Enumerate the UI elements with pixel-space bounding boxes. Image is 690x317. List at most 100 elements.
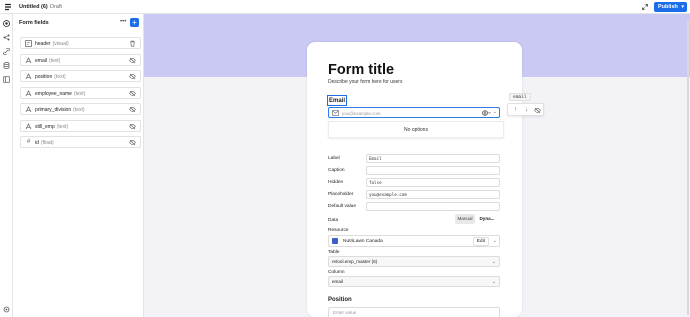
data-mode-dynamic[interactable]: Dyna... [477, 214, 497, 224]
table-select[interactable]: retool.emp_master (6) ⌄ [328, 256, 500, 267]
field-name: header [35, 41, 51, 47]
email-input[interactable]: you@example.com ⌄ [328, 107, 500, 118]
field-type: (float) [40, 140, 54, 146]
field-item-still-emp[interactable]: still_emp (text) [20, 120, 141, 132]
eye-off-icon[interactable] [129, 123, 136, 130]
field-type: (visual) [52, 41, 69, 47]
inspector-placeholder-input[interactable]: you@example.com [366, 190, 500, 199]
form-canvas: Form title Describe your form here for u… [144, 14, 690, 317]
position-input[interactable]: Enter value [328, 307, 500, 317]
app-logo-icon[interactable] [4, 3, 12, 11]
chevron-down-icon[interactable]: ⌄ [492, 257, 496, 267]
dropdown-empty-message: No options [328, 121, 504, 138]
column-select[interactable]: email ⌄ [328, 276, 500, 287]
field-item-primary-division[interactable]: primary_division (text) [20, 103, 141, 115]
chevron-down-icon[interactable]: ⌄ [492, 277, 496, 287]
dynamic-toggle-icon[interactable] [482, 110, 491, 116]
resource-edit-button[interactable]: Edit [472, 237, 489, 246]
inspector-caption-label: Caption [328, 168, 345, 173]
move-down-icon[interactable]: ↓ [523, 107, 530, 114]
more-options-icon[interactable]: ••• [120, 19, 126, 25]
inspector-default-input[interactable] [366, 202, 500, 211]
inspector-placeholder-label: Placeholder [328, 192, 354, 197]
inspector-column-label: Column [328, 270, 345, 275]
form-title[interactable]: Form title [328, 62, 394, 78]
add-field-button[interactable]: + [130, 18, 139, 27]
email-placeholder: you@example.com [342, 110, 381, 116]
canvas-scrollbar[interactable] [687, 20, 689, 315]
field-type: (text) [54, 74, 66, 80]
chevron-down-icon[interactable]: ⌄ [493, 238, 497, 244]
inspector-hidden-input[interactable]: false [366, 178, 500, 187]
column-value: email [332, 279, 343, 284]
chevron-down-icon[interactable]: ⌄ [493, 109, 497, 115]
inspector-default-label: Default value [328, 204, 356, 209]
inspector-resource-label: Resource [328, 228, 349, 233]
inspector-label-label: Label [328, 156, 340, 161]
expand-icon[interactable] [641, 3, 649, 11]
resource-icon [332, 238, 338, 244]
text-field-icon [25, 57, 32, 64]
field-item-header[interactable]: header (visual) [20, 37, 141, 49]
field-item-position[interactable]: position (text) [20, 70, 141, 82]
resource-name: NutriLawn Canada [343, 239, 383, 244]
field-toolbar: ↑ ↓ [507, 103, 544, 116]
text-field-icon [25, 90, 32, 97]
eye-off-icon[interactable] [129, 73, 136, 80]
eye-off-icon[interactable] [534, 107, 541, 114]
inspector-hidden-label: Hidden [328, 180, 344, 185]
inspector-data-label: Data [328, 218, 339, 223]
layout-icon[interactable] [3, 76, 10, 83]
form-card: Form title Describe your form here for u… [307, 42, 522, 317]
inspector-table-label: Table [328, 250, 340, 255]
field-name: email [35, 58, 47, 64]
inspector-label-input[interactable]: Email [366, 154, 500, 163]
field-item-id[interactable]: # id (float) [20, 136, 141, 148]
document-title[interactable]: Untitled (6) [19, 4, 48, 10]
mail-icon [332, 110, 339, 116]
move-up-icon[interactable]: ↑ [512, 107, 519, 114]
number-field-icon: # [26, 139, 31, 145]
text-field-icon [25, 123, 32, 130]
field-item-email[interactable]: email (text) [20, 54, 141, 66]
form-fields-panel: Form fields ••• + header (visual) email (t… [13, 14, 144, 317]
panel-title: Form fields [19, 20, 49, 26]
form-description[interactable]: Describe your form here for users [328, 79, 402, 85]
field-name: still_emp [35, 124, 55, 130]
left-rail [0, 14, 13, 317]
text-field-icon [25, 106, 32, 113]
inspector-caption-input[interactable] [366, 166, 500, 175]
document-status: Draft [50, 4, 62, 10]
position-field-label[interactable]: Position [328, 297, 352, 303]
field-name: id [35, 140, 39, 146]
publish-button[interactable]: Publish ▾ [654, 2, 687, 12]
database-icon[interactable] [3, 62, 10, 69]
field-type: (text) [56, 124, 69, 130]
email-field-label[interactable]: Email [327, 95, 348, 106]
share-icon[interactable] [3, 34, 10, 41]
link-icon[interactable] [3, 48, 10, 55]
form-icon[interactable] [3, 20, 10, 27]
publish-label: Publish [658, 4, 678, 10]
table-value: retool.emp_master (6) [332, 259, 378, 264]
settings-icon[interactable] [3, 306, 10, 313]
resource-select[interactable]: NutriLawn Canada Edit ⌄ [328, 235, 500, 247]
field-name: employee_name [35, 91, 72, 97]
top-bar: Untitled (6) Draft Publish ▾ [0, 0, 690, 14]
eye-off-icon[interactable] [129, 106, 136, 113]
field-item-employee-name[interactable]: employee_name (text) [20, 87, 141, 99]
data-mode-manual[interactable]: Manual [455, 214, 475, 224]
chevron-down-icon[interactable]: ▾ [681, 2, 684, 12]
eye-off-icon[interactable] [129, 90, 136, 97]
field-type: (text) [48, 58, 61, 64]
field-type: (text) [73, 91, 86, 97]
selected-field-tag: email [509, 93, 531, 101]
eye-off-icon[interactable] [129, 57, 136, 64]
text-field-icon [25, 73, 32, 80]
field-type: (text) [73, 107, 85, 113]
field-name: position [35, 74, 53, 80]
field-name: primary_division [35, 107, 72, 113]
trash-icon[interactable] [129, 40, 136, 47]
header-icon [25, 40, 32, 47]
eye-off-icon[interactable] [129, 139, 136, 146]
